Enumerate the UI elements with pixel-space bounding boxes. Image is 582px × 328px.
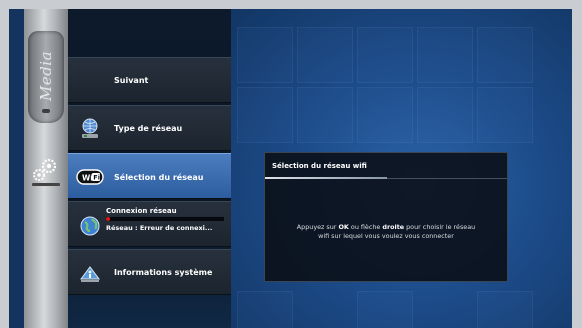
wifi-selection-dialog: Sélection du réseau wifi Appuyez sur OK … bbox=[264, 152, 508, 282]
menu-item-label: Suivant bbox=[114, 76, 149, 85]
menu-column: Suivant Type de réseau Wi Fi Sélection d… bbox=[68, 9, 231, 328]
menu-item-network-connection[interactable]: Connexion réseau Réseau : Erreur de conn… bbox=[68, 201, 231, 247]
svg-text:Wi: Wi bbox=[82, 174, 93, 183]
menu-item-system-info[interactable]: Informations système bbox=[68, 249, 231, 295]
dialog-title-underline bbox=[265, 177, 387, 179]
instruction-text-line2: wifi sur lequel vous voulez vous connect… bbox=[318, 232, 454, 240]
tv-screen: Media Suivant Type de réseau Wi Fi Sélec… bbox=[9, 9, 572, 328]
svg-text:Fi: Fi bbox=[93, 174, 100, 182]
menu-item-network-selection[interactable]: Wi Fi Sélection du réseau bbox=[68, 153, 231, 199]
info-icon bbox=[80, 266, 100, 282]
settings-gears-icon[interactable] bbox=[30, 155, 62, 191]
ok-key-text: OK bbox=[338, 223, 349, 231]
right-key-text: droite bbox=[382, 223, 405, 231]
menu-item-network-type[interactable]: Type de réseau bbox=[68, 105, 231, 151]
menu-item-label: Sélection du réseau bbox=[114, 173, 204, 182]
globe-icon bbox=[80, 216, 100, 236]
instruction-text: pour choisir le réseau bbox=[404, 223, 476, 231]
instruction-text: ou flèche bbox=[348, 223, 383, 231]
dialog-instructions: Appuyez sur OK ou flèche droite pour cho… bbox=[275, 223, 497, 241]
menu-item-label: Informations système bbox=[114, 268, 213, 277]
connection-progress-bar bbox=[106, 217, 224, 221]
connection-error-indicator bbox=[106, 217, 110, 221]
network-globe-icon bbox=[82, 118, 98, 138]
wifi-icon: Wi Fi bbox=[76, 169, 104, 185]
media-tab[interactable]: Media bbox=[28, 31, 64, 123]
dialog-title: Sélection du réseau wifi bbox=[272, 162, 367, 170]
menu-item-label: Type de réseau bbox=[114, 124, 183, 133]
connection-title: Connexion réseau bbox=[106, 207, 177, 215]
media-tab-slot bbox=[42, 109, 50, 113]
left-rail: Media bbox=[24, 9, 68, 328]
media-logo-text: Media bbox=[37, 50, 55, 102]
dialog-divider bbox=[387, 178, 507, 179]
instruction-text: Appuyez sur bbox=[296, 223, 339, 231]
menu-item-suivant[interactable]: Suivant bbox=[68, 57, 231, 103]
connection-status-text: Réseau : Erreur de connexi... bbox=[106, 224, 213, 232]
